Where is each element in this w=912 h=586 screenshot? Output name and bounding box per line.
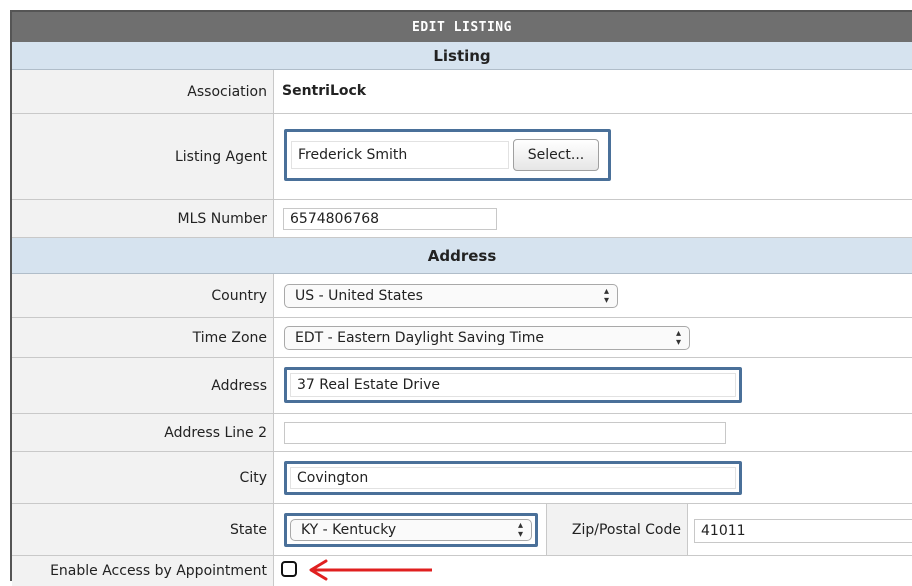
time-zone-select[interactable]: EDT - Eastern Daylight Saving Time ▴ ▾ — [284, 326, 690, 350]
country-select-value: US - United States — [295, 288, 423, 304]
select-arrows-icon: ▴ ▾ — [675, 328, 681, 348]
row-listing-agent: Listing Agent Frederick Smith Select... — [12, 114, 912, 200]
select-arrows-icon: ▴ ▾ — [603, 286, 609, 306]
row-time-zone: Time Zone EDT - Eastern Daylight Saving … — [12, 318, 912, 358]
select-agent-button[interactable]: Select... — [513, 139, 599, 171]
address-label: Address — [12, 358, 274, 413]
mls-number-input[interactable]: 6574806768 — [283, 208, 497, 230]
zip-label: Zip/Postal Code — [546, 504, 688, 555]
city-label: City — [12, 452, 274, 503]
section-header-listing: Listing — [12, 42, 912, 70]
enable-access-label: Enable Access by Appointment — [12, 556, 274, 586]
enable-access-checkbox[interactable] — [281, 561, 297, 577]
time-zone-select-value: EDT - Eastern Daylight Saving Time — [295, 330, 545, 346]
country-label: Country — [12, 274, 274, 317]
mls-number-label: MLS Number — [12, 200, 274, 237]
row-address: Address 37 Real Estate Drive — [12, 358, 912, 414]
association-label: Association — [12, 70, 274, 113]
row-state-zip: State KY - Kentucky ▴ ▾ Zip/Postal Code 4… — [12, 504, 912, 556]
form-title: EDIT LISTING — [12, 12, 912, 42]
zip-input[interactable]: 41011 — [694, 519, 912, 543]
association-value: SentriLock — [282, 83, 367, 99]
listing-agent-label: Listing Agent — [12, 114, 274, 199]
time-zone-label: Time Zone — [12, 318, 274, 357]
state-label: State — [12, 504, 274, 555]
country-select[interactable]: US - United States ▴ ▾ — [284, 284, 618, 308]
row-mls-number: MLS Number 6574806768 — [12, 200, 912, 238]
address-line-2-label: Address Line 2 — [12, 414, 274, 451]
state-select-value: KY - Kentucky — [301, 522, 397, 538]
row-enable-access: Enable Access by Appointment — [12, 556, 912, 586]
section-header-address: Address — [12, 238, 912, 274]
edit-listing-form: EDIT LISTING Listing Association SentriL… — [10, 10, 912, 586]
row-address-line-2: Address Line 2 — [12, 414, 912, 452]
row-country: Country US - United States ▴ ▾ — [12, 274, 912, 318]
row-association: Association SentriLock — [12, 70, 912, 114]
city-input[interactable]: Covington — [290, 467, 736, 489]
state-select[interactable]: KY - Kentucky ▴ ▾ — [290, 519, 532, 541]
select-arrows-icon: ▴ ▾ — [517, 520, 523, 540]
address-line-2-input[interactable] — [284, 422, 726, 444]
listing-agent-input[interactable]: Frederick Smith — [291, 141, 509, 169]
row-city: City Covington — [12, 452, 912, 504]
address-input[interactable]: 37 Real Estate Drive — [290, 373, 736, 397]
red-arrow-icon — [309, 559, 432, 581]
